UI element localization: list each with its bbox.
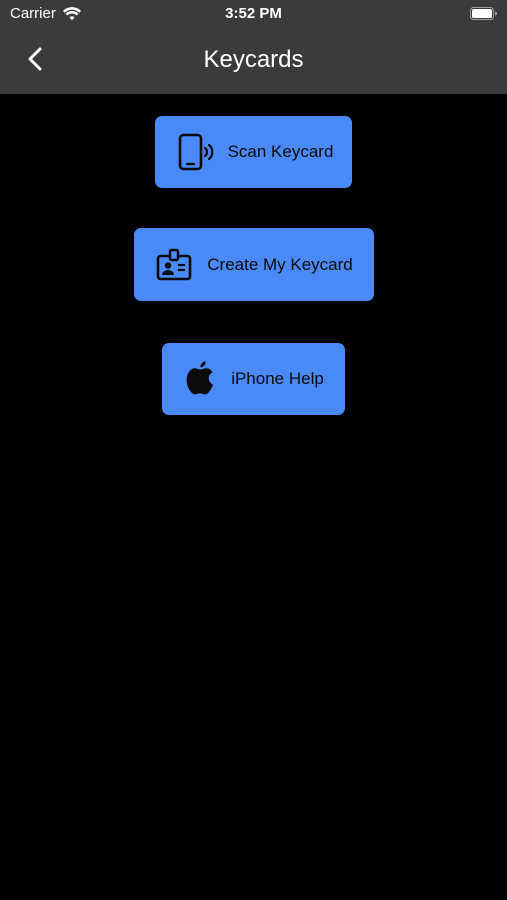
top-bar: Carrier 3:52 PM Keycards <box>0 0 507 94</box>
create-keycard-label: Create My Keycard <box>207 254 353 274</box>
create-keycard-button[interactable]: Create My Keycard <box>134 228 374 301</box>
iphone-help-button[interactable]: iPhone Help <box>162 343 345 415</box>
scan-keycard-label: Scan Keycard <box>227 142 334 161</box>
status-time: 3:52 PM <box>225 5 282 22</box>
id-badge-icon <box>155 246 193 284</box>
iphone-help-label: iPhone Help <box>231 369 324 388</box>
apple-logo-icon <box>183 360 217 398</box>
phone-nfc-icon <box>174 132 214 172</box>
battery-icon <box>470 7 497 20</box>
nav-bar: Keycards <box>0 28 507 94</box>
page-title: Keycards <box>203 46 304 73</box>
scan-keycard-button[interactable]: Scan Keycard <box>155 116 352 188</box>
screen: Carrier 3:52 PM Keycards Scan Keycard Cr… <box>0 0 507 900</box>
status-bar: Carrier 3:52 PM <box>0 0 507 28</box>
